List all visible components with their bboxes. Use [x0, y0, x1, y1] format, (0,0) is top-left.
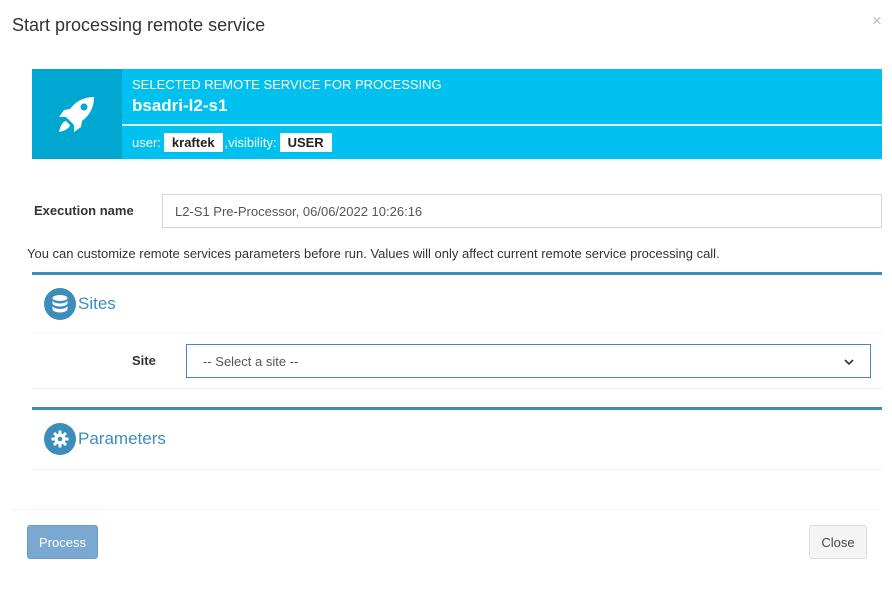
process-button[interactable]: Process	[27, 525, 98, 559]
service-meta: user: kraftek ,visibility: USER	[132, 133, 334, 152]
sites-panel-header: Sites	[44, 288, 116, 320]
close-button[interactable]: Close	[809, 525, 867, 559]
service-caption: SELECTED REMOTE SERVICE FOR PROCESSING	[132, 77, 442, 92]
site-label: Site	[132, 353, 156, 368]
modal-title: Start processing remote service	[12, 15, 266, 35]
service-name: bsadri-l2-s1	[132, 96, 228, 115]
site-select-value: -- Select a site --	[203, 353, 299, 369]
user-badge: kraftek	[163, 133, 223, 152]
close-icon[interactable]: ×	[869, 12, 885, 30]
help-text: You can customize remote services parame…	[27, 246, 720, 261]
execution-name-label: Execution name	[34, 203, 134, 218]
parameters-panel-header: Parameters	[44, 423, 166, 455]
parameters-panel-title: Parameters	[78, 429, 166, 448]
visibility-badge: USER	[279, 133, 332, 152]
database-icon	[44, 288, 76, 320]
chevron-down-icon	[844, 354, 854, 369]
visibility-label: ,visibility:	[224, 135, 277, 150]
footer-divider	[12, 509, 880, 510]
user-label: user:	[132, 135, 161, 150]
selected-service-box: SELECTED REMOTE SERVICE FOR PROCESSING b…	[32, 69, 882, 159]
panel-divider	[32, 332, 882, 333]
sites-panel-title: Sites	[78, 294, 116, 313]
rocket-icon	[32, 69, 122, 159]
sites-panel: Sites Site -- Select a site --	[32, 272, 882, 389]
gear-icon	[44, 423, 76, 455]
parameters-panel: Parameters	[32, 407, 882, 470]
site-select[interactable]: -- Select a site --	[186, 344, 871, 378]
execution-name-input[interactable]	[162, 194, 882, 228]
info-divider	[122, 124, 882, 126]
